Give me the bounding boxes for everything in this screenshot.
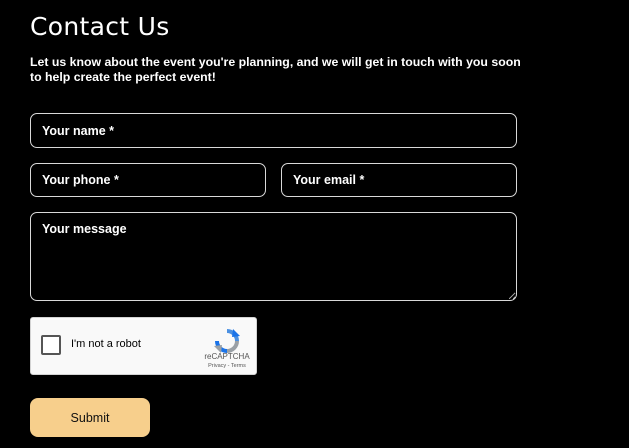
name-input[interactable] [30, 113, 517, 148]
submit-button[interactable]: Submit [30, 398, 150, 437]
recaptcha-logo-icon [214, 329, 240, 353]
email-input[interactable] [281, 163, 517, 197]
recaptcha-terms-link[interactable]: Terms [231, 363, 246, 369]
recaptcha-brand: reCAPTCHA [204, 352, 250, 361]
recaptcha-privacy-link[interactable]: Privacy [208, 363, 226, 369]
intro-text: Let us know about the event you're plann… [30, 55, 521, 84]
recaptcha-checkbox[interactable] [41, 335, 61, 355]
page-title: Contact Us [30, 12, 170, 41]
recaptcha-label: I'm not a robot [71, 338, 141, 350]
message-textarea[interactable] [30, 212, 517, 301]
recaptcha-links: Privacy - Terms [199, 363, 255, 369]
phone-input[interactable] [30, 163, 266, 197]
recaptcha-widget: I'm not a robot reCAPTCHA Privacy - Term… [30, 317, 257, 375]
